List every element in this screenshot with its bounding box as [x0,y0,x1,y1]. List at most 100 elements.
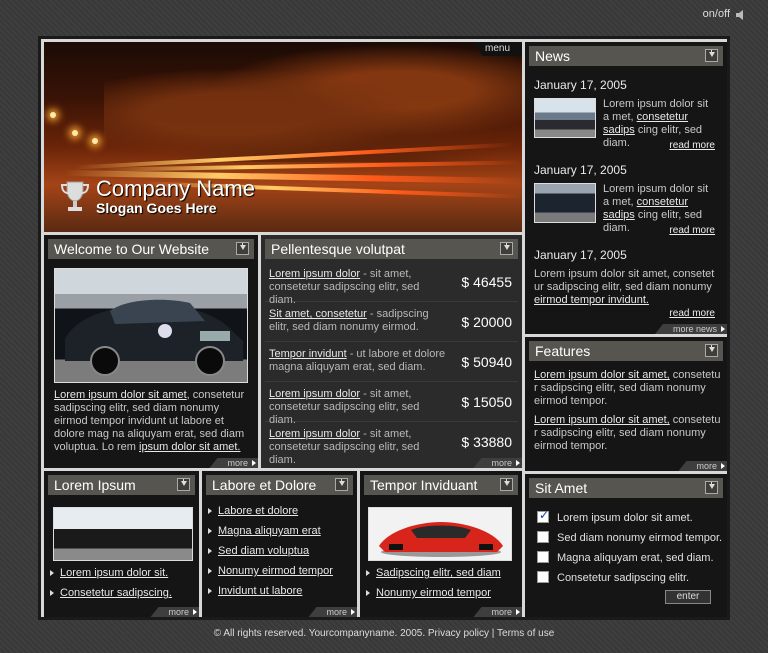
labore-link[interactable]: Invidunt ut labore [208,585,351,598]
welcome-text: Lorem ipsum dolor sit amet, consetetur s… [54,389,245,453]
sound-toggle-label: on/off [702,8,730,20]
news-title: News [535,48,571,64]
sports-car-photo[interactable] [368,507,512,561]
download-icon[interactable] [705,344,718,357]
download-icon[interactable] [705,481,718,494]
footer-copyright: © All rights reserved. Yourcompanyname. … [213,628,428,639]
welcome-more-button[interactable]: more [209,458,258,468]
labore-link[interactable]: Nonumy eirmod tempor [208,565,351,578]
news-read-more[interactable]: read more [669,140,715,151]
feature-link[interactable]: Lorem ipsum dolor sit amet, [534,414,670,426]
checkbox[interactable] [537,531,549,543]
news-read-more[interactable]: read more [669,225,715,236]
feature-item: Lorem ipsum dolor sit amet, consetetu r … [534,369,721,407]
checkbox[interactable] [537,509,549,523]
lorem-link[interactable]: Consetetur sadipscing. [50,587,193,600]
labore-header: Labore et Dolore [206,475,353,495]
tempor-panel: Tempor Inviduant Sadipscing elitr, sed d… [360,471,522,617]
news-date: January 17, 2005 [534,163,627,177]
tempor-link[interactable]: Nonumy eirmod tempor [366,587,516,600]
news-read-more[interactable]: read more [669,308,715,319]
sports-car-icon [379,522,503,557]
checkbox[interactable] [537,551,549,563]
download-icon[interactable] [705,49,718,62]
more-news-button[interactable]: more news [654,324,727,334]
features-panel: Features Lorem ipsum dolor sit amet, con… [525,337,727,471]
feature-item: Lorem ipsum dolor sit amet, consetetu r … [534,414,721,452]
welcome-car-photo[interactable] [54,268,248,383]
street-lamp [92,138,98,144]
price-row-link[interactable]: Lorem ipsum dolor [269,388,360,400]
sitamet-header: Sit Amet [529,478,723,498]
labore-link[interactable]: Sed diam voluptua [208,545,351,558]
download-icon[interactable] [335,478,348,491]
sound-toggle[interactable]: on/off [703,8,730,20]
news-link[interactable]: eirmod tempor invidunt. [534,294,649,306]
checklist-item: Consetetur sadipscing elitr. [537,571,723,584]
price-value: $ 33880 [461,434,512,450]
news-panel: News January 17, 2005 Lorem ipsum dolor … [525,42,727,334]
features-header: Features [529,341,723,361]
privacy-policy-link[interactable]: Privacy policy [428,628,489,639]
sitamet-title: Sit Amet [535,480,588,496]
price-value: $ 46455 [461,274,512,290]
welcome-panel: Welcome to Our Website Lorem ipsum dolor… [44,235,258,468]
welcome-header: Welcome to Our Website [48,239,254,259]
tempor-title: Tempor Inviduant [370,477,478,493]
tempor-header: Tempor Inviduant [364,475,518,495]
labore-panel: Labore et Dolore Labore et dolore Magna … [202,471,357,617]
features-more-button[interactable]: more [678,461,727,471]
welcome-title: Welcome to Our Website [54,241,210,257]
lorem-more-button[interactable]: more [150,607,199,617]
news-date: January 17, 2005 [534,78,627,92]
street-lamp [72,130,78,136]
sitamet-checklist: Lorem ipsum dolor sit amet. Sed diam non… [537,509,723,592]
trophy-icon [60,181,90,211]
price-row-link[interactable]: Lorem ipsum dolor [269,268,360,280]
download-icon[interactable] [177,478,190,491]
lorem-panel: Lorem Ipsum Lorem ipsum dolor sit. Conse… [44,471,199,617]
news-thumbnail[interactable] [534,183,596,223]
enter-button[interactable]: enter [665,590,711,604]
checklist-item: Sed diam nonumy eirmod tempor. [537,531,723,544]
pellentesque-title: Pellentesque volutpat [271,241,405,257]
lorem-title: Lorem Ipsum [54,477,136,493]
welcome-link[interactable]: Lorem ipsum dolor sit amet [54,389,187,401]
speaker-icon[interactable] [734,8,748,22]
welcome-link[interactable]: ipsum dolor sit amet. [139,441,240,453]
checklist-item: Magna aliquyam erat, sed diam. [537,551,723,564]
price-row-link[interactable]: Lorem ipsum dolor [269,428,360,440]
download-icon[interactable] [500,242,513,255]
car-icon [65,299,243,376]
news-date: January 17, 2005 [534,248,627,262]
labore-title: Labore et Dolore [212,477,317,493]
news-header: News [529,46,723,66]
price-row-link[interactable]: Tempor invidunt [269,348,347,360]
lorem-link[interactable]: Lorem ipsum dolor sit. [50,567,193,580]
download-icon[interactable] [500,478,513,491]
feature-link[interactable]: Lorem ipsum dolor sit amet, [534,369,670,381]
features-title: Features [535,343,591,359]
news-thumbnail[interactable] [534,98,596,138]
labore-link[interactable]: Labore et dolore [208,505,351,518]
tempor-more-button[interactable]: more [473,607,522,617]
labore-link[interactable]: Magna aliquyam erat [208,525,351,538]
checkbox[interactable] [537,571,549,583]
price-row: Tempor invidunt - ut labore et dolore ma… [265,342,518,382]
labore-more-button[interactable]: more [308,607,357,617]
price-row: Lorem ipsum dolor - sit amet, consetetur… [265,382,518,426]
pellentesque-header: Pellentesque volutpat [265,239,518,259]
pellentesque-more-button[interactable]: more [473,458,522,468]
price-row: Sit amet, consetetur - sadipscing elitr,… [265,302,518,342]
price-row-link[interactable]: Sit amet, consetetur [269,308,367,320]
news-text: Lorem ipsum dolor sit amet, consetet ur … [534,268,715,306]
terms-of-use-link[interactable]: Terms of use [497,628,554,639]
company-name: Company Name [96,176,255,201]
limousine-photo[interactable] [53,507,193,561]
price-value: $ 20000 [461,314,512,330]
hero-trees [104,42,522,162]
tempor-link[interactable]: Sadipscing elitr, sed diam [366,567,516,580]
hero-banner: menu Company Name Slogan Goes Here [44,42,522,232]
download-icon[interactable] [236,242,249,255]
checklist-item: Lorem ipsum dolor sit amet. [537,509,723,524]
